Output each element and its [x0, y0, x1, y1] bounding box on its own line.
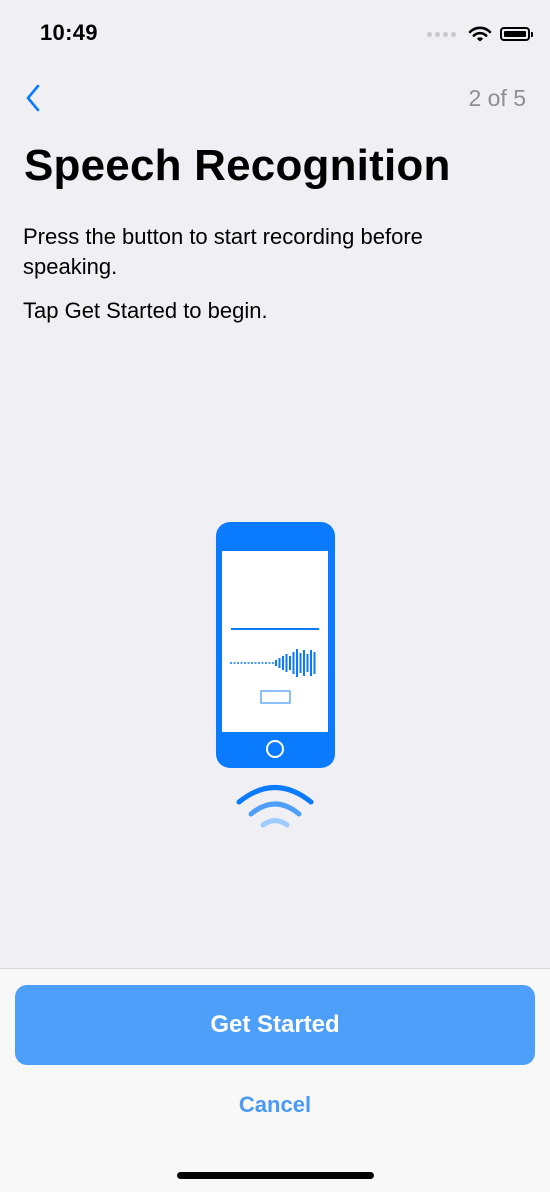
chevron-left-icon	[26, 84, 40, 112]
navigation-bar: 2 of 5	[0, 72, 550, 122]
phone-speech-illustration	[216, 522, 335, 828]
footer: Get Started Cancel	[0, 968, 550, 1192]
phone-screen	[222, 551, 328, 732]
description-text: Press the button to start recording befo…	[23, 224, 423, 279]
battery-icon	[500, 27, 533, 41]
back-button[interactable]	[18, 80, 48, 116]
signal-dots-icon	[427, 31, 456, 37]
get-started-button[interactable]: Get Started	[15, 985, 535, 1065]
sound-waves-icon	[236, 785, 314, 828]
cancel-button[interactable]: Cancel	[175, 1087, 375, 1123]
status-bar: 10:49	[0, 0, 550, 70]
wifi-icon	[468, 26, 492, 42]
text-line	[231, 628, 319, 630]
status-time: 10:49	[40, 20, 98, 45]
step-counter: 2 of 5	[468, 85, 526, 111]
status-icons	[427, 22, 533, 46]
instruction-text: Tap Get Started to begin.	[23, 298, 268, 323]
home-indicator	[177, 1172, 374, 1179]
page-title: Speech Recognition	[24, 141, 451, 190]
